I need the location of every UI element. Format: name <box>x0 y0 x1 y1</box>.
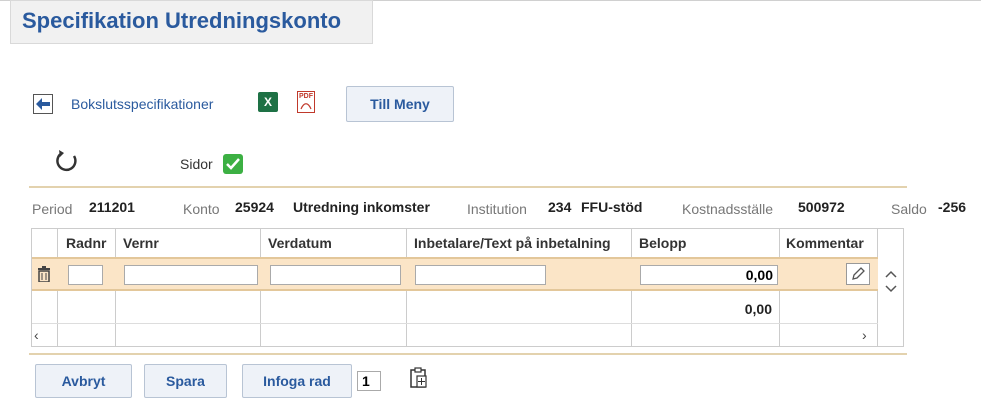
radnr-input[interactable] <box>68 265 103 285</box>
konto-label: Konto <box>183 201 220 217</box>
institution-value: 234 <box>548 199 572 215</box>
pages-checkbox[interactable] <box>223 154 243 174</box>
period-value: 211201 <box>89 199 135 215</box>
trash-icon[interactable] <box>37 266 51 287</box>
pages-label: Sidor <box>180 156 213 172</box>
section-divider <box>29 186 907 188</box>
column-header-text: Inbetalare/Text på inbetalning <box>407 229 632 257</box>
scroll-up-icon[interactable] <box>885 270 897 278</box>
institution-label: Institution <box>467 201 527 217</box>
column-header-kommentar: Kommentar <box>780 229 878 257</box>
konto-name: Utredning inkomster <box>293 199 430 215</box>
vernr-input[interactable] <box>124 265 258 285</box>
insert-row-button[interactable]: Infoga rad <box>242 364 352 398</box>
column-header-belopp: Belopp <box>632 229 780 257</box>
pdf-icon[interactable]: PDF <box>297 91 315 113</box>
spec-table: Radnr Vernr Verdatum Inbetalare/Text på … <box>31 228 904 347</box>
column-header-verdatum: Verdatum <box>261 229 407 257</box>
period-label: Period <box>32 201 73 217</box>
insert-count-input[interactable] <box>357 371 381 391</box>
paste-clipboard-icon[interactable] <box>409 367 429 394</box>
footer-divider <box>29 353 907 355</box>
total-belopp: 0,00 <box>744 301 772 317</box>
saldo-label: Saldo <box>891 201 927 217</box>
arrow-left-icon <box>36 98 50 110</box>
scroll-down-icon[interactable] <box>885 285 897 293</box>
kostnadsstalle-label: Kostnadsställe <box>682 201 774 217</box>
belopp-input[interactable] <box>640 265 778 285</box>
scroll-left-icon[interactable]: ‹ <box>34 327 48 343</box>
edit-comment-button[interactable] <box>846 263 870 285</box>
refresh-icon[interactable] <box>54 148 82 176</box>
column-header-radnr: Radnr <box>58 229 116 257</box>
table-row[interactable] <box>32 257 878 291</box>
column-header-vernr: Vernr <box>116 229 261 257</box>
back-link[interactable]: Bokslutsspecifikationer <box>71 96 213 112</box>
page-title: Specifikation Utredningskonto <box>22 8 342 33</box>
institution-name: FFU-stöd <box>581 199 643 215</box>
text-input[interactable] <box>415 265 546 285</box>
kostnadsstalle-value: 500972 <box>798 199 845 215</box>
konto-value: 25924 <box>235 199 274 215</box>
pencil-icon <box>852 267 865 280</box>
verdatum-input[interactable] <box>270 265 401 285</box>
save-button[interactable]: Spara <box>144 364 227 398</box>
pdf-symbol-icon <box>300 103 312 110</box>
scroll-right-icon[interactable]: › <box>862 327 876 343</box>
cancel-button[interactable]: Avbryt <box>35 364 132 398</box>
vertical-scrollbar[interactable] <box>878 259 904 309</box>
checkmark-icon <box>226 158 240 170</box>
excel-icon[interactable]: X <box>258 92 278 112</box>
saldo-value: -256 <box>938 199 967 215</box>
menu-button[interactable]: Till Meny <box>346 86 454 122</box>
header-icon-col <box>32 229 58 257</box>
back-button[interactable] <box>33 94 53 114</box>
